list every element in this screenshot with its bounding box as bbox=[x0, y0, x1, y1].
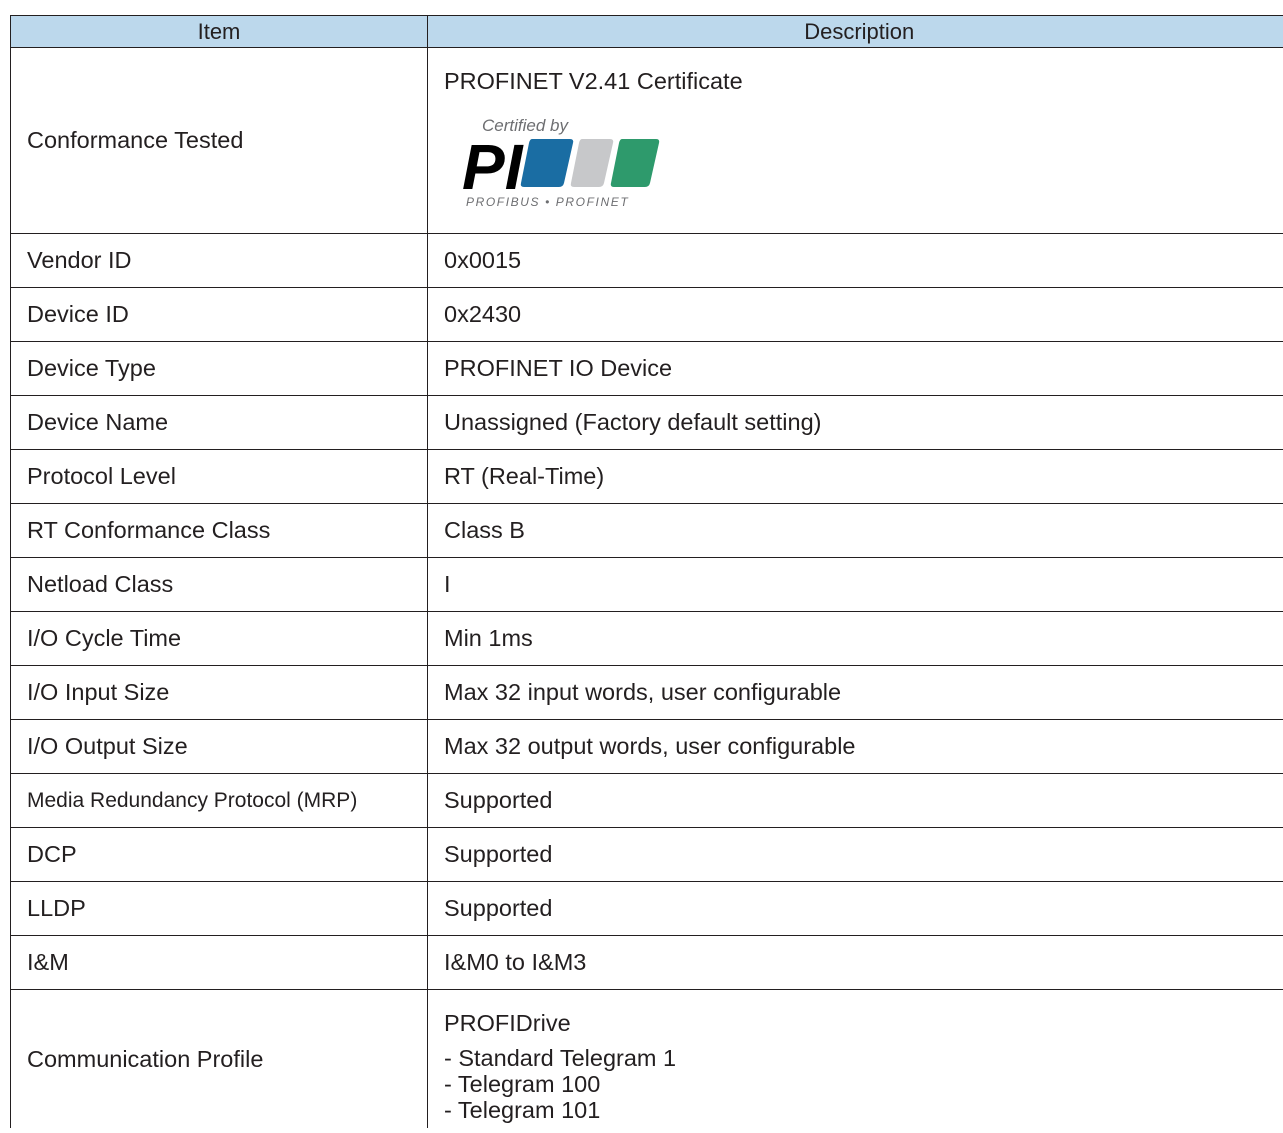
table-row: Netload Class I bbox=[10, 557, 1283, 612]
logo-tagline: PROFIBUS • PROFINET bbox=[466, 195, 629, 209]
table-row: Protocol Level RT (Real-Time) bbox=[10, 449, 1283, 504]
table-row: Device ID 0x2430 bbox=[10, 287, 1283, 342]
row-item: Protocol Level bbox=[10, 449, 428, 504]
row-item: DCP bbox=[10, 827, 428, 882]
row-item: I/O Cycle Time bbox=[10, 611, 428, 666]
certificate-title: PROFINET V2.41 Certificate bbox=[444, 68, 743, 94]
row-item: LLDP bbox=[10, 881, 428, 936]
table-row: DCP Supported bbox=[10, 827, 1283, 882]
row-description: Class B bbox=[427, 503, 1283, 558]
row-description: PROFINET V2.41 Certificate Certified by … bbox=[427, 47, 1283, 234]
logo-green-tile bbox=[610, 139, 660, 187]
telegram-item: - Standard Telegram 1 bbox=[444, 1044, 677, 1071]
row-description: Supported bbox=[427, 827, 1283, 882]
row-description: Min 1ms bbox=[427, 611, 1283, 666]
logo-mark: PI bbox=[462, 131, 524, 203]
row-item: I/O Input Size bbox=[10, 665, 428, 720]
row-description: Max 32 input words, user configurable bbox=[427, 665, 1283, 720]
table-row-communication-profile: Communication Profile PROFIDrive - Stand… bbox=[10, 989, 1283, 1128]
table-row: Device Name Unassigned (Factory default … bbox=[10, 395, 1283, 450]
row-item: Media Redundancy Protocol (MRP) bbox=[10, 773, 428, 828]
row-description: Max 32 output words, user configurable bbox=[427, 719, 1283, 774]
row-description: RT (Real-Time) bbox=[427, 449, 1283, 504]
row-item: Netload Class bbox=[10, 557, 428, 612]
table-row: LLDP Supported bbox=[10, 881, 1283, 936]
row-description: Supported bbox=[427, 881, 1283, 936]
table-row: Device Type PROFINET IO Device bbox=[10, 341, 1283, 396]
row-description: I bbox=[427, 557, 1283, 612]
row-item: Device Type bbox=[10, 341, 428, 396]
profile-title: PROFIDrive bbox=[444, 1009, 571, 1036]
row-item: I&M bbox=[10, 935, 428, 990]
row-description: 0x2430 bbox=[427, 287, 1283, 342]
table-row: Vendor ID 0x0015 bbox=[10, 233, 1283, 288]
row-item: Vendor ID bbox=[10, 233, 428, 288]
telegram-item: - Telegram 100 bbox=[444, 1070, 601, 1097]
column-header-item: Item bbox=[10, 15, 428, 48]
table-header-row: Item Description bbox=[10, 15, 1283, 48]
row-item: Conformance Tested bbox=[10, 47, 428, 234]
telegram-item: - Telegram 101 bbox=[444, 1096, 601, 1123]
row-item: RT Conformance Class bbox=[10, 503, 428, 558]
spec-table: Item Description Conformance Tested PROF… bbox=[10, 15, 1283, 1128]
row-description: Supported bbox=[427, 773, 1283, 828]
table-row: RT Conformance Class Class B bbox=[10, 503, 1283, 558]
table-row-conformance: Conformance Tested PROFINET V2.41 Certif… bbox=[10, 47, 1283, 234]
logo-blue-tile bbox=[520, 139, 574, 187]
logo-grey-tile bbox=[570, 139, 614, 187]
column-header-description: Description bbox=[427, 15, 1283, 48]
table-row: I&M I&M0 to I&M3 bbox=[10, 935, 1283, 990]
row-description: PROFINET IO Device bbox=[427, 341, 1283, 396]
row-description: Unassigned (Factory default setting) bbox=[427, 395, 1283, 450]
row-description: PROFIDrive - Standard Telegram 1 - Teleg… bbox=[427, 989, 1283, 1128]
table-row: Media Redundancy Protocol (MRP) Supporte… bbox=[10, 773, 1283, 828]
table-row: I/O Input Size Max 32 input words, user … bbox=[10, 665, 1283, 720]
row-item: Communication Profile bbox=[10, 989, 428, 1128]
table-row: I/O Cycle Time Min 1ms bbox=[10, 611, 1283, 666]
row-description: I&M0 to I&M3 bbox=[427, 935, 1283, 990]
row-item: I/O Output Size bbox=[10, 719, 428, 774]
row-item: Device Name bbox=[10, 395, 428, 450]
row-description: 0x0015 bbox=[427, 233, 1283, 288]
pi-certified-logo: Certified by PI PROFIBUS • PROFINET bbox=[462, 116, 660, 209]
table-row: I/O Output Size Max 32 output words, use… bbox=[10, 719, 1283, 774]
row-item: Device ID bbox=[10, 287, 428, 342]
